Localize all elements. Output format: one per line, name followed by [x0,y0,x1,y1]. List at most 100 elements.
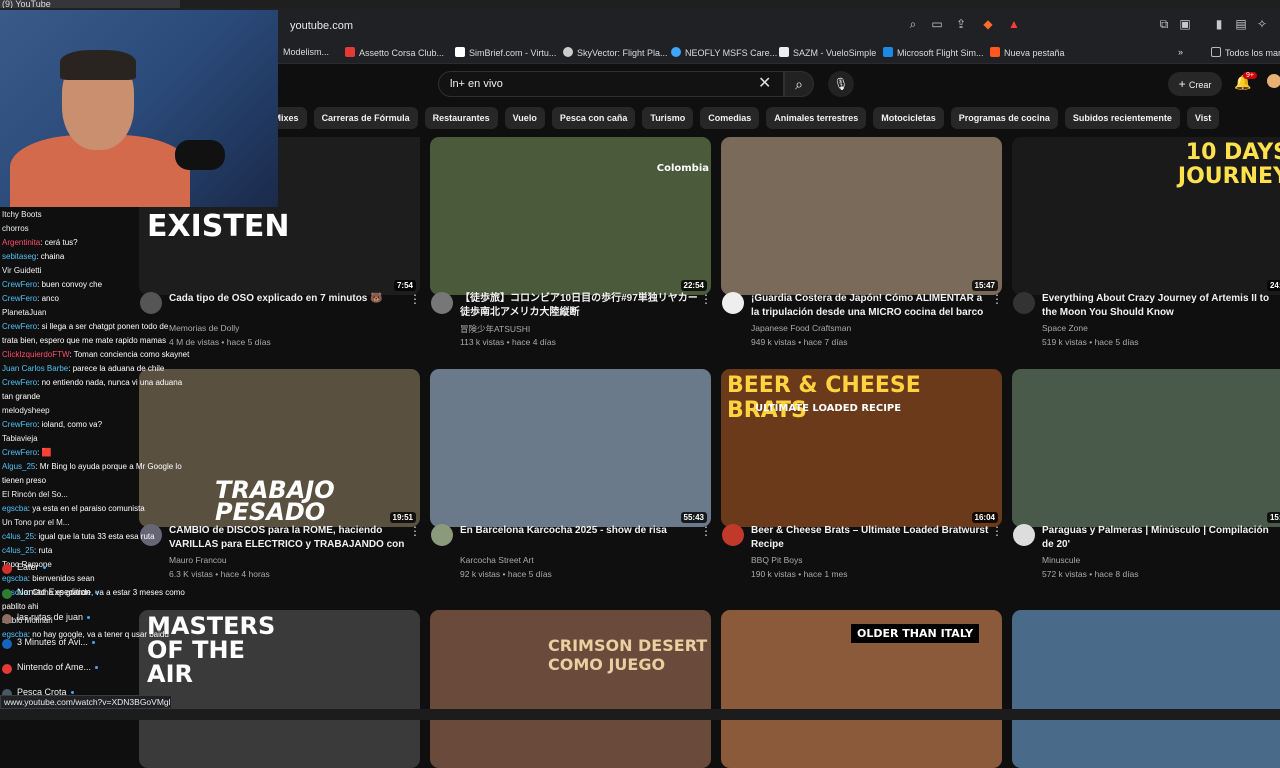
share-icon[interactable]: ⇪ [951,14,971,34]
search-input[interactable]: ln+ en vivo [438,71,784,97]
subscription-item[interactable]: las rutas de juan [17,612,91,622]
rewards-icon[interactable]: ▲ [1004,14,1024,34]
channel-avatar[interactable] [431,292,453,314]
voice-search-button[interactable]: 🎙 [828,71,854,97]
video-thumbnail[interactable]: 15:1 [1012,369,1280,527]
more-options-icon[interactable]: ⋮ [991,524,1003,538]
chat-message: CrewFero: si llega a ser chatgpt ponen t… [2,322,168,331]
bookmark-item[interactable]: NEOFLY MSFS Care... [671,47,777,58]
person-hair [60,50,136,80]
subscription-avatar[interactable] [2,639,12,649]
brave-shield-icon[interactable]: ◆ [978,14,998,34]
subscription-avatar[interactable] [2,614,12,624]
chat-message: egscba: bienvenidos sean [2,574,95,583]
channel-name[interactable]: 冒険少年ATSUSHI [460,323,530,335]
subscription-avatar[interactable] [2,564,12,574]
chat-text: pablito ahi [2,602,39,611]
duration-badge: 7:54 [393,280,416,291]
channel-avatar[interactable] [1013,524,1035,546]
extensions-icon[interactable]: ⧉ [1154,14,1174,34]
sidebar-icon[interactable]: ▮ [1209,14,1229,34]
chat-username: egscba [2,504,28,513]
video-title[interactable]: Beer & Cheese Brats – Ultimate Loaded Br… [751,524,991,552]
chat-message: Juan Carlos Barbe: parece la aduana de c… [2,364,164,373]
chat-message: CrewFero: no entiendo nada, nunca vi una… [2,378,182,387]
cast-icon[interactable]: ▭ [927,14,947,34]
chip-8[interactable]: Comedias [700,107,760,129]
search-button[interactable]: ⌕ [784,71,814,97]
channel-avatar[interactable] [722,292,744,314]
chip-7[interactable]: Turismo [642,107,694,129]
channel-avatar[interactable] [431,524,453,546]
bookmark-item[interactable]: Nueva pestaña [990,47,1065,58]
video-thumbnail[interactable]: CRIMSON DESERT COMO JUEGO [430,610,711,768]
chat-username: CrewFero [2,294,38,303]
video-thumbnail[interactable]: 10 DAYS JOURNEY 24:1 [1012,137,1280,295]
subscription-item[interactable]: 3 Minutes of Avi... [17,637,95,647]
channel-name[interactable]: Minuscule [1042,555,1080,565]
category-chips: sicaEn tiempo realMixesCarreras de Fórmu… [140,107,1280,129]
bookmarks-overflow-icon[interactable]: » [1178,47,1183,57]
video-title[interactable]: Paraguas y Palmeras | Minúsculo | Compil… [1042,524,1280,552]
subscription-avatar[interactable] [2,664,12,674]
chat-message: Tabiavieja [2,434,38,443]
video-title[interactable]: Everything About Crazy Journey of Artemi… [1042,292,1280,320]
more-options-icon[interactable]: ⋮ [700,292,712,306]
video-meta: 92 k vistas • hace 5 días [460,569,552,579]
bookmark-item[interactable]: Modelism... [283,47,329,57]
channel-name[interactable]: Karcocha Street Art [460,555,534,565]
account-avatar[interactable] [1267,74,1280,88]
chat-text: : chaina [36,252,65,261]
chip-9[interactable]: Animales terrestres [766,107,867,129]
tab-search-icon[interactable]: ▤ [1231,14,1251,34]
bookmark-folder[interactable]: Todos los mar [1211,47,1280,58]
video-thumbnail[interactable]: OLDER THAN ITALY [721,610,1002,768]
video-thumbnail[interactable] [1012,610,1280,768]
chip-10[interactable]: Motocicletas [873,107,944,129]
more-options-icon[interactable]: ⋮ [991,292,1003,306]
chat-message: El Rincón del So... [2,490,68,499]
chip-6[interactable]: Pesca con caña [551,107,636,129]
subscription-item[interactable]: Eater [17,562,46,572]
leo-icon[interactable]: ✧ [1252,14,1272,34]
more-options-icon[interactable]: ⋮ [409,292,421,306]
channel-name[interactable]: Japanese Food Craftsman [751,323,851,333]
chip-12[interactable]: Subidos recientemente [1064,107,1180,129]
duration-badge: 22:54 [680,280,707,291]
video-title[interactable]: En Barcelona Karcocha 2025 - show de ris… [460,524,700,538]
wallet-icon[interactable]: ▣ [1175,14,1195,34]
video-title[interactable]: ¡Guardia Costera de Japón! Cómo ALIMENTA… [751,292,991,320]
chat-username: Itchy Boots [2,210,42,219]
video-title[interactable]: 【徒歩旅】コロンビア10日目の歩行#97単独リヤカー徒歩南北アメリカ大陸縦断 [460,292,700,320]
bookmark-item[interactable]: Assetto Corsa Club... [345,47,444,58]
channel-avatar[interactable] [722,524,744,546]
video-thumbnail[interactable]: 15:47 [721,137,1002,295]
new-content-dot [94,591,98,595]
channel-name[interactable]: BBQ Pit Boys [751,555,803,565]
chat-username: Tabiavieja [2,434,38,443]
chip-4[interactable]: Restaurantes [424,107,498,129]
subscription-item[interactable]: Nintendo of Ame... [17,662,99,672]
clear-search-icon[interactable]: ✕ [758,73,771,93]
zoom-icon[interactable]: ⌕ [903,14,923,34]
channel-name[interactable]: Space Zone [1042,323,1088,333]
create-button[interactable]: + Crear [1168,72,1222,96]
chip-13[interactable]: Vist [1186,107,1220,129]
browser-tab[interactable]: (9) YouTube [0,0,180,8]
chip-5[interactable]: Vuelo [504,107,545,129]
subscription-avatar[interactable] [2,589,12,599]
chip-3[interactable]: Carreras de Fórmula [313,107,418,129]
bookmark-item[interactable]: SAZM - VueloSimple [779,47,876,58]
more-options-icon[interactable]: ⋮ [409,524,421,538]
bookmark-item[interactable]: Microsoft Flight Sim... [883,47,984,58]
video-thumbnail[interactable]: Colombia 22:54 [430,137,711,295]
subscription-item[interactable]: Nomad Expedition [17,587,98,597]
chip-11[interactable]: Programas de cocina [950,107,1058,129]
video-thumbnail[interactable]: 55:43 [430,369,711,527]
more-options-icon[interactable]: ⋮ [700,524,712,538]
channel-avatar[interactable] [1013,292,1035,314]
video-thumbnail[interactable]: BEER & CHEESE BRATS 16:04 [721,369,1002,527]
bookmark-item[interactable]: SimBrief.com - Virtu... [455,47,556,58]
url-text[interactable]: youtube.com [290,20,353,32]
bookmark-item[interactable]: SkyVector: Flight Pla... [563,47,668,58]
